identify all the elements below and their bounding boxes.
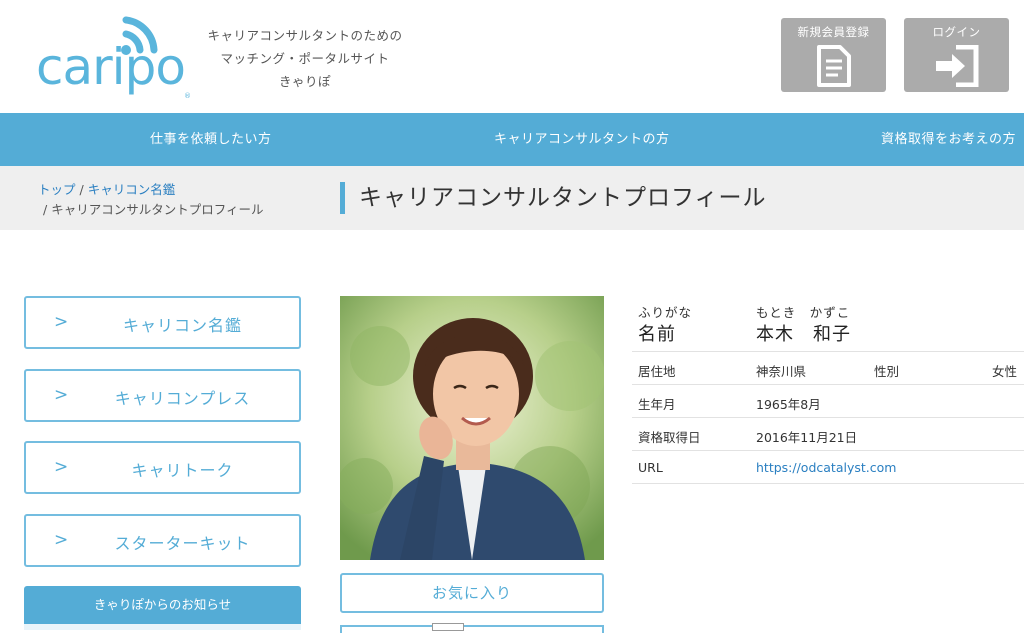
license-date-label: 資格取得日 [638, 430, 701, 445]
login-label: ログイン [932, 25, 981, 39]
caripo-logo[interactable]: caripo ® [36, 12, 196, 102]
profile-photo [340, 296, 604, 560]
notice-body [24, 624, 301, 630]
tagline-line: きゃりぽ [278, 74, 331, 89]
logo-text: caripo [36, 38, 185, 96]
svg-text:®: ® [184, 92, 191, 100]
tagline-line: マッチング・ポータルサイト [220, 51, 390, 66]
breadcrumb-separator: / [43, 202, 48, 217]
sidebar-item-starter-kit[interactable]: > スターターキット [24, 514, 301, 567]
login-arrow-icon [935, 45, 978, 87]
document-icon [816, 45, 851, 87]
residence-label: 居住地 [638, 364, 676, 379]
main-nav: 仕事を依頼したい方 キャリアコンサルタントの方 資格取得をお考えの方 [0, 113, 1024, 166]
sidebar-item-label: キャリトーク [131, 461, 234, 480]
login-button[interactable]: ログイン [904, 18, 1009, 92]
name-label: 名前 [638, 324, 676, 345]
sidebar-item-label: キャリコン名鑑 [122, 316, 242, 335]
furigana-value: もとき かずこ [756, 305, 851, 320]
breadcrumb-home-link[interactable]: トップ [38, 182, 76, 197]
next-button-partial[interactable] [340, 623, 604, 633]
breadcrumb-separator: / [79, 182, 84, 197]
profile-row-name: ふりがな もとき かずこ 名前 本木 和子 [632, 296, 1024, 352]
license-date-value: 2016年11月21日 [756, 430, 858, 445]
profile-row-url: URL https://odcatalyst.com [632, 451, 1024, 484]
name-value: 本木 和子 [756, 324, 851, 345]
nav-item-consultant[interactable]: キャリアコンサルタントの方 [494, 113, 670, 166]
profile-row-birth: 生年月 1965年8月 [632, 385, 1024, 418]
website-link[interactable]: https://odcatalyst.com [756, 460, 896, 475]
sidebar-item-label: キャリコンプレス [114, 389, 251, 408]
notice-header: きゃりぽからのお知らせ [24, 586, 301, 624]
register-button[interactable]: 新規会員登録 [781, 18, 886, 92]
breadcrumb-directory-link[interactable]: キャリコン名鑑 [88, 182, 176, 197]
furigana-label: ふりがな [638, 305, 693, 320]
site-header: caripo ® キャリアコンサルタントのための マッチング・ポータルサイト き… [0, 0, 1024, 113]
residence-value: 神奈川県 [756, 364, 807, 379]
nav-item-client[interactable]: 仕事を依頼したい方 [150, 113, 272, 166]
birth-value: 1965年8月 [756, 397, 821, 412]
profile-row-residence: 居住地 神奈川県 性別 女性 [632, 352, 1024, 385]
nav-item-qualification[interactable]: 資格取得をお考えの方 [881, 113, 1016, 166]
birth-label: 生年月 [638, 397, 676, 412]
profile-table: ふりがな もとき かずこ 名前 本木 和子 居住地 神奈川県 性別 女性 生年月… [632, 296, 1024, 484]
sidebar-item-directory[interactable]: > キャリコン名鑑 [24, 296, 301, 349]
tagline-line: キャリアコンサルタントのための [207, 28, 403, 43]
title-band: トップ / キャリコン名鑑 / キャリアコンサルタントプロフィール キャリアコンサル… [0, 166, 1024, 230]
sidebar-item-talk[interactable]: > キャリトーク [24, 441, 301, 494]
breadcrumb: トップ / キャリコン名鑑 / キャリアコンサルタントプロフィール [38, 180, 263, 220]
gender-label: 性別 [874, 364, 900, 379]
profile-row-license: 資格取得日 2016年11月21日 [632, 418, 1024, 451]
page-title: キャリアコンサルタントプロフィール [340, 182, 767, 214]
site-tagline: キャリアコンサルタントのための マッチング・ポータルサイト きゃりぽ [205, 24, 405, 93]
sidebar-item-press[interactable]: > キャリコンプレス [24, 369, 301, 422]
breadcrumb-current: キャリアコンサルタントプロフィール [51, 202, 264, 217]
url-label: URL [638, 460, 663, 475]
gender-value: 女性 [992, 364, 1018, 379]
register-label: 新規会員登録 [797, 25, 870, 39]
favorite-button[interactable]: お気に入り [340, 573, 604, 613]
sidebar-item-label: スターターキット [114, 534, 251, 553]
